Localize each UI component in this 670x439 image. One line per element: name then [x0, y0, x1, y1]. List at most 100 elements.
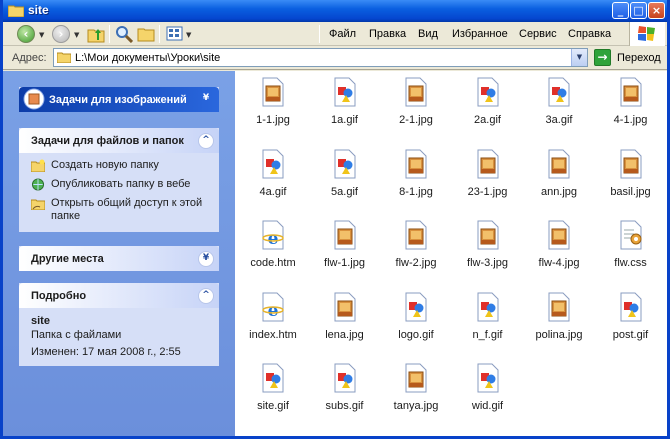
file-item[interactable]: flw-3.jpg — [453, 220, 523, 280]
explorer-window: site _ □ × ‹ ▼ › ▼ ▼ Файл Правка Вид Изб… — [0, 0, 670, 439]
gif-file-icon — [333, 363, 357, 393]
file-name: logo.gif — [398, 328, 434, 341]
file-item[interactable]: flw-2.jpg — [381, 220, 451, 280]
views-dropdown-icon[interactable]: ▼ — [186, 31, 191, 39]
menu-help[interactable]: Справка — [568, 28, 611, 40]
file-item[interactable]: 8-1.jpg — [381, 149, 451, 209]
title-bar[interactable]: site _ □ × — [3, 0, 667, 22]
file-item[interactable]: subs.gif — [310, 363, 380, 423]
file-item[interactable]: tanya.jpg — [381, 363, 451, 423]
forward-button[interactable]: › — [52, 25, 70, 43]
jpg-file-icon — [619, 77, 643, 107]
menu-favorites[interactable]: Избранное — [452, 28, 508, 40]
svg-text:e: e — [268, 229, 279, 249]
address-dropdown-button[interactable]: ▼ — [571, 49, 587, 66]
search-icon[interactable] — [115, 25, 133, 43]
image-tasks-header[interactable]: Задачи для изображений ¥ — [19, 87, 219, 112]
file-name: flw-1.jpg — [324, 257, 365, 269]
file-item[interactable]: 3a.gif — [524, 77, 594, 137]
file-name: polina.jpg — [535, 328, 583, 341]
chevron-down-icon[interactable]: ¥ — [198, 92, 214, 108]
file-name: basil.jpg — [610, 185, 651, 198]
file-name: flw-2.jpg — [395, 257, 437, 269]
image-tasks-panel: Задачи для изображений ¥ — [19, 87, 219, 112]
file-name: index.htm — [249, 328, 297, 341]
file-item[interactable]: 1-1.jpg — [238, 77, 308, 137]
file-tasks-panel: Задачи для файлов и папок ^ Создать нову… — [19, 128, 219, 232]
file-item[interactable]: site.gif — [238, 363, 308, 423]
file-name: n_f.gif — [472, 328, 503, 341]
forward-dropdown-icon[interactable]: ▼ — [74, 31, 79, 39]
address-input[interactable]: L:\Мои документы\Уроки\site ▼ — [53, 48, 588, 67]
file-item[interactable]: lena.jpg — [310, 292, 380, 352]
file-item[interactable]: post.gif — [596, 292, 666, 352]
menu-edit[interactable]: Правка — [369, 28, 406, 40]
file-item[interactable]: 5a.gif — [310, 149, 380, 209]
gif-file-icon — [261, 149, 285, 179]
chevron-up-icon[interactable]: ^ — [198, 288, 214, 304]
file-item[interactable]: 2a.gif — [453, 77, 523, 137]
file-item[interactable]: 23-1.jpg — [453, 149, 523, 209]
menu-file[interactable]: Файл — [329, 28, 356, 40]
back-button[interactable]: ‹ — [17, 25, 35, 43]
file-item[interactable]: 4-1.jpg — [596, 77, 666, 137]
file-item[interactable]: e code.htm — [238, 220, 308, 280]
folders-icon[interactable] — [137, 25, 155, 43]
file-tasks-header[interactable]: Задачи для файлов и папок ^ — [19, 128, 219, 153]
file-item[interactable]: flw-1.jpg — [310, 220, 380, 280]
file-item[interactable]: ann.jpg — [524, 149, 594, 209]
file-item[interactable]: 2-1.jpg — [381, 77, 451, 137]
gif-file-icon — [333, 149, 357, 179]
file-item[interactable]: flw-4.jpg — [524, 220, 594, 280]
back-dropdown-icon[interactable]: ▼ — [39, 31, 44, 39]
file-name: 23-1.jpg — [467, 185, 508, 198]
other-places-header[interactable]: Другие места ¥ — [19, 246, 219, 271]
file-name: subs.gif — [325, 400, 364, 412]
jpg-file-icon — [404, 77, 428, 107]
file-item[interactable]: 4a.gif — [238, 149, 308, 209]
menu-view[interactable]: Вид — [418, 28, 438, 40]
file-item[interactable]: logo.gif — [381, 292, 451, 352]
file-item[interactable]: wid.gif — [453, 363, 523, 423]
file-name: code.htm — [250, 257, 296, 269]
jpg-file-icon — [333, 292, 357, 322]
jpg-file-icon — [476, 149, 500, 179]
task-pane: Задачи для изображений ¥ Задачи для файл… — [3, 71, 235, 436]
folder-up-icon[interactable] — [87, 25, 105, 43]
image-tasks-icon — [23, 88, 45, 110]
file-name: 8-1.jpg — [399, 185, 433, 198]
file-name: lena.jpg — [325, 328, 364, 341]
gif-file-icon — [404, 292, 428, 322]
file-item[interactable]: polina.jpg — [524, 292, 594, 352]
close-button[interactable]: × — [648, 2, 665, 19]
minimize-button[interactable]: _ — [612, 2, 629, 19]
folder-icon — [57, 52, 71, 63]
file-name: flw-3.jpg — [467, 257, 508, 269]
file-tasks-title: Задачи для файлов и папок — [31, 135, 184, 147]
details-modified: Изменен: 17 мая 2008 г., 2:55 — [31, 346, 181, 358]
details-type: Папка с файлами — [31, 329, 122, 341]
gif-file-icon — [476, 292, 500, 322]
file-name: 5a.gif — [331, 185, 358, 198]
other-places-title: Другие места — [31, 253, 104, 265]
chevron-up-icon[interactable]: ^ — [198, 133, 214, 149]
file-item[interactable]: basil.jpg — [596, 149, 666, 209]
file-item[interactable]: e index.htm — [238, 292, 308, 352]
chevron-down-icon[interactable]: ¥ — [198, 251, 214, 267]
views-icon[interactable] — [166, 25, 184, 43]
jpg-file-icon — [547, 292, 571, 322]
address-value: L:\Мои документы\Уроки\site — [75, 52, 221, 64]
jpg-file-icon — [333, 220, 357, 250]
file-name: 4-1.jpg — [613, 114, 648, 126]
file-item[interactable]: 1a.gif — [310, 77, 380, 137]
address-label: Адрес: — [12, 52, 47, 64]
windows-logo-icon — [629, 22, 665, 46]
globe-icon — [31, 178, 45, 191]
maximize-button[interactable]: □ — [630, 2, 647, 19]
file-list-view: 1-1.jpg 1a.gif 2-1.jpg 2a.gif 3a.gif 4-1.jpg 4… — [235, 71, 667, 436]
file-item[interactable]: n_f.gif — [453, 292, 523, 352]
jpg-file-icon — [547, 220, 571, 250]
menu-tools[interactable]: Сервис — [519, 28, 557, 40]
file-item[interactable]: flw.css — [596, 220, 666, 280]
details-header[interactable]: Подробно ^ — [19, 283, 219, 308]
